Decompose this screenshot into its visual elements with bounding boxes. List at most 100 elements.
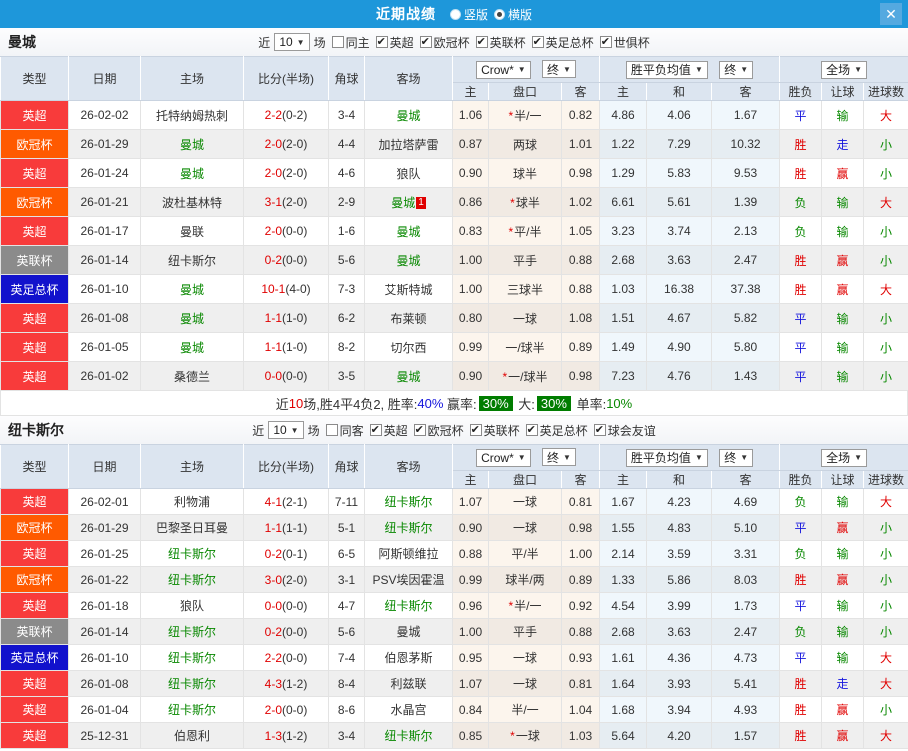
avg-home-odds: 5.64 — [600, 723, 647, 749]
league-checkbox[interactable]: 英足总杯 — [526, 34, 594, 51]
radio-horizontal-layout[interactable]: 横版 — [494, 6, 532, 23]
halftime-score: (0-0) — [282, 703, 307, 717]
odds-group-header: Crow*▼ 终▼ — [453, 445, 600, 471]
home-team[interactable]: 狼队 — [141, 593, 244, 619]
handicap-star: * — [510, 196, 515, 210]
away-team[interactable]: 曼城 — [365, 246, 453, 275]
same-venue-label: 同主 — [346, 34, 370, 51]
home-team[interactable]: 纽卡斯尔 — [141, 619, 244, 645]
avg-draw-odds: 4.83 — [647, 515, 712, 541]
handicap-text: 半/一 — [514, 109, 541, 123]
period-select[interactable]: 全场▼ — [821, 449, 867, 467]
odds-company-select[interactable]: Crow*▼ — [476, 61, 531, 79]
avg-final-select[interactable]: 终▼ — [719, 449, 753, 467]
league-checkbox-label: 英超 — [384, 422, 408, 439]
home-team[interactable]: 纽卡斯尔 — [141, 541, 244, 567]
home-team[interactable]: 曼城 — [141, 333, 244, 362]
away-team[interactable]: 曼城 — [365, 217, 453, 246]
handicap-verdict: 赢 — [822, 246, 864, 275]
odds-final-select[interactable]: 终▼ — [542, 448, 576, 466]
radio-vertical-layout[interactable]: 竖版 — [450, 6, 488, 23]
odds-final-select[interactable]: 终▼ — [542, 60, 576, 78]
away-team[interactable]: 曼城 — [365, 101, 453, 130]
away-team[interactable]: 曼城1 — [365, 188, 453, 217]
league-checkbox[interactable]: 英超 — [364, 422, 408, 439]
odds-away: 1.08 — [562, 304, 600, 333]
league-checkbox[interactable]: 英联杯 — [464, 422, 520, 439]
home-team[interactable]: 利物浦 — [141, 489, 244, 515]
result-verdict: 平 — [780, 515, 822, 541]
away-team[interactable]: 纽卡斯尔 — [365, 515, 453, 541]
league-checkbox[interactable]: 欧冠杯 — [414, 34, 470, 51]
away-team[interactable]: 加拉塔萨雷 — [365, 130, 453, 159]
home-team[interactable]: 巴黎圣日耳曼 — [141, 515, 244, 541]
same-venue-checkbox[interactable]: 同主 — [326, 34, 370, 51]
halftime-score: (2-0) — [282, 573, 307, 587]
away-team[interactable]: 布莱顿 — [365, 304, 453, 333]
chevron-down-icon: ▼ — [695, 453, 703, 462]
league-checkbox[interactable]: 英超 — [370, 34, 414, 51]
match-count-select[interactable]: 10▼ — [274, 33, 309, 51]
avg-type-select[interactable]: 胜平负均值▼ — [626, 61, 708, 79]
home-team[interactable]: 曼城 — [141, 130, 244, 159]
home-team[interactable]: 曼联 — [141, 217, 244, 246]
home-team[interactable]: 波杜基林特 — [141, 188, 244, 217]
away-team[interactable]: 曼城 — [365, 619, 453, 645]
col-result: 胜负 — [780, 471, 822, 489]
handicap-line: 一球 — [489, 645, 562, 671]
odds-home: 0.96 — [453, 593, 489, 619]
away-team[interactable]: PSV埃因霍温 — [365, 567, 453, 593]
odds-away: 1.04 — [562, 697, 600, 723]
league-checkbox[interactable]: 欧冠杯 — [408, 422, 464, 439]
league-checkbox[interactable]: 球会友谊 — [588, 422, 656, 439]
match-count-select[interactable]: 10▼ — [268, 421, 303, 439]
home-team[interactable]: 曼城 — [141, 159, 244, 188]
same-venue-checkbox[interactable]: 同客 — [320, 422, 364, 439]
away-team[interactable]: 曼城 — [365, 362, 453, 391]
home-team[interactable]: 曼城 — [141, 304, 244, 333]
away-team[interactable]: 利兹联 — [365, 671, 453, 697]
odds-home: 1.07 — [453, 489, 489, 515]
away-team[interactable]: 纽卡斯尔 — [365, 489, 453, 515]
away-team[interactable]: 阿斯顿维拉 — [365, 541, 453, 567]
away-team[interactable]: 切尔西 — [365, 333, 453, 362]
close-button[interactable]: ✕ — [880, 3, 902, 25]
odds-away: 0.88 — [562, 246, 600, 275]
league-checkbox[interactable]: 英足总杯 — [520, 422, 588, 439]
home-team[interactable]: 纽卡斯尔 — [141, 246, 244, 275]
avg-final-select[interactable]: 终▼ — [719, 61, 753, 79]
halftime-score: (1-1) — [282, 521, 307, 535]
avg-home-odds: 1.55 — [600, 515, 647, 541]
home-team[interactable]: 伯恩利 — [141, 723, 244, 749]
period-select[interactable]: 全场▼ — [821, 61, 867, 79]
home-team[interactable]: 曼城 — [141, 275, 244, 304]
away-team[interactable]: 伯恩茅斯 — [365, 645, 453, 671]
checkbox-checked-icon — [526, 424, 538, 436]
checkbox-icon — [326, 424, 338, 436]
away-team[interactable]: 纽卡斯尔 — [365, 723, 453, 749]
odds-company-select[interactable]: Crow*▼ — [476, 449, 531, 467]
avg-draw-odds: 7.29 — [647, 130, 712, 159]
league-checkbox[interactable]: 英联杯 — [470, 34, 526, 51]
corner-score: 7-4 — [329, 645, 365, 671]
avg-type-select[interactable]: 胜平负均值▼ — [626, 449, 708, 467]
away-team[interactable]: 水晶宫 — [365, 697, 453, 723]
match-date: 26-01-08 — [69, 671, 141, 697]
avg-away-odds: 5.80 — [712, 333, 780, 362]
fulltime-score: 3-0 — [265, 573, 282, 587]
home-team[interactable]: 纽卡斯尔 — [141, 645, 244, 671]
home-team[interactable]: 纽卡斯尔 — [141, 697, 244, 723]
home-team[interactable]: 桑德兰 — [141, 362, 244, 391]
away-team[interactable]: 纽卡斯尔 — [365, 593, 453, 619]
home-team[interactable]: 纽卡斯尔 — [141, 671, 244, 697]
home-team[interactable]: 纽卡斯尔 — [141, 567, 244, 593]
league-checkbox[interactable]: 世俱杯 — [594, 34, 650, 51]
match-row: 英超26-01-24曼城2-0(2-0)4-6狼队0.90球半0.981.295… — [1, 159, 908, 188]
corner-score: 3-5 — [329, 362, 365, 391]
away-team[interactable]: 艾斯特城 — [365, 275, 453, 304]
home-team[interactable]: 托特纳姆热刺 — [141, 101, 244, 130]
away-team[interactable]: 狼队 — [365, 159, 453, 188]
col-handicap: 盘口 — [489, 471, 562, 489]
avg-away-odds: 1.43 — [712, 362, 780, 391]
fulltime-score: 4-3 — [265, 677, 282, 691]
